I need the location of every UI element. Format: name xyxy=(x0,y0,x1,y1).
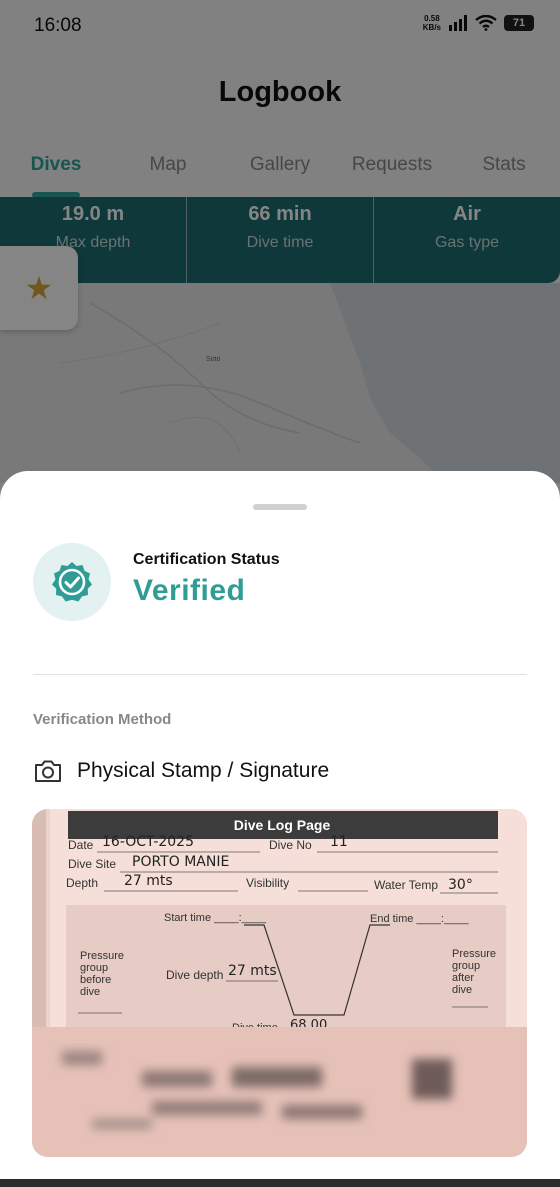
verified-badge-icon xyxy=(52,562,92,602)
svg-text:Water Temp: Water Temp xyxy=(374,878,438,892)
svg-text:after: after xyxy=(452,972,474,984)
svg-text:group: group xyxy=(80,962,108,974)
verification-method-heading: Verification Method xyxy=(33,711,172,728)
svg-text:dive: dive xyxy=(80,986,100,998)
svg-text:End time ____:____: End time ____:____ xyxy=(370,913,469,925)
log-depth-value: 27 mts xyxy=(124,873,173,889)
certification-status-label: Certification Status xyxy=(133,551,280,568)
svg-text:Start time ____:____: Start time ____:____ xyxy=(164,912,267,924)
svg-text:group: group xyxy=(452,960,480,972)
svg-text:Visibility: Visibility xyxy=(246,876,289,890)
log-dive-depth-value: 27 mts xyxy=(228,963,277,979)
svg-text:Depth: Depth xyxy=(66,876,98,890)
verification-method-row: Physical Stamp / Signature xyxy=(33,755,329,787)
log-water-temp-value: 30° xyxy=(448,877,473,893)
log-date-value: 16-OCT-2025 xyxy=(102,834,194,850)
certification-bottom-sheet: Certification Status Verified Verificati… xyxy=(0,471,560,1187)
svg-text:Pressure: Pressure xyxy=(452,948,496,960)
sheet-drag-handle[interactable] xyxy=(253,504,307,510)
log-dive-site-value: PORTO MANIE xyxy=(132,854,229,870)
svg-text:Date: Date xyxy=(68,838,94,852)
certification-status-value: Verified xyxy=(133,574,246,607)
log-dive-no-value: 11 xyxy=(330,834,348,850)
svg-text:Dive No: Dive No xyxy=(269,838,312,852)
dive-log-page-image: Dive Log Page Date 16-OCT-2025 Dive No 1… xyxy=(32,809,527,1157)
verified-badge xyxy=(33,543,111,621)
dive-log-photo[interactable]: Dive Log Page Date 16-OCT-2025 Dive No 1… xyxy=(32,809,527,1157)
svg-text:Dive depth: Dive depth xyxy=(166,968,223,982)
camera-icon xyxy=(35,760,61,782)
system-navigation-bar xyxy=(0,1179,560,1187)
verification-method-label: Physical Stamp / Signature xyxy=(77,759,330,782)
svg-text:before: before xyxy=(80,974,111,986)
log-page-title: Dive Log Page xyxy=(234,817,331,833)
svg-text:Dive Site: Dive Site xyxy=(68,857,116,871)
section-divider xyxy=(33,674,527,675)
svg-text:Pressure: Pressure xyxy=(80,950,124,962)
svg-text:dive: dive xyxy=(452,984,472,996)
